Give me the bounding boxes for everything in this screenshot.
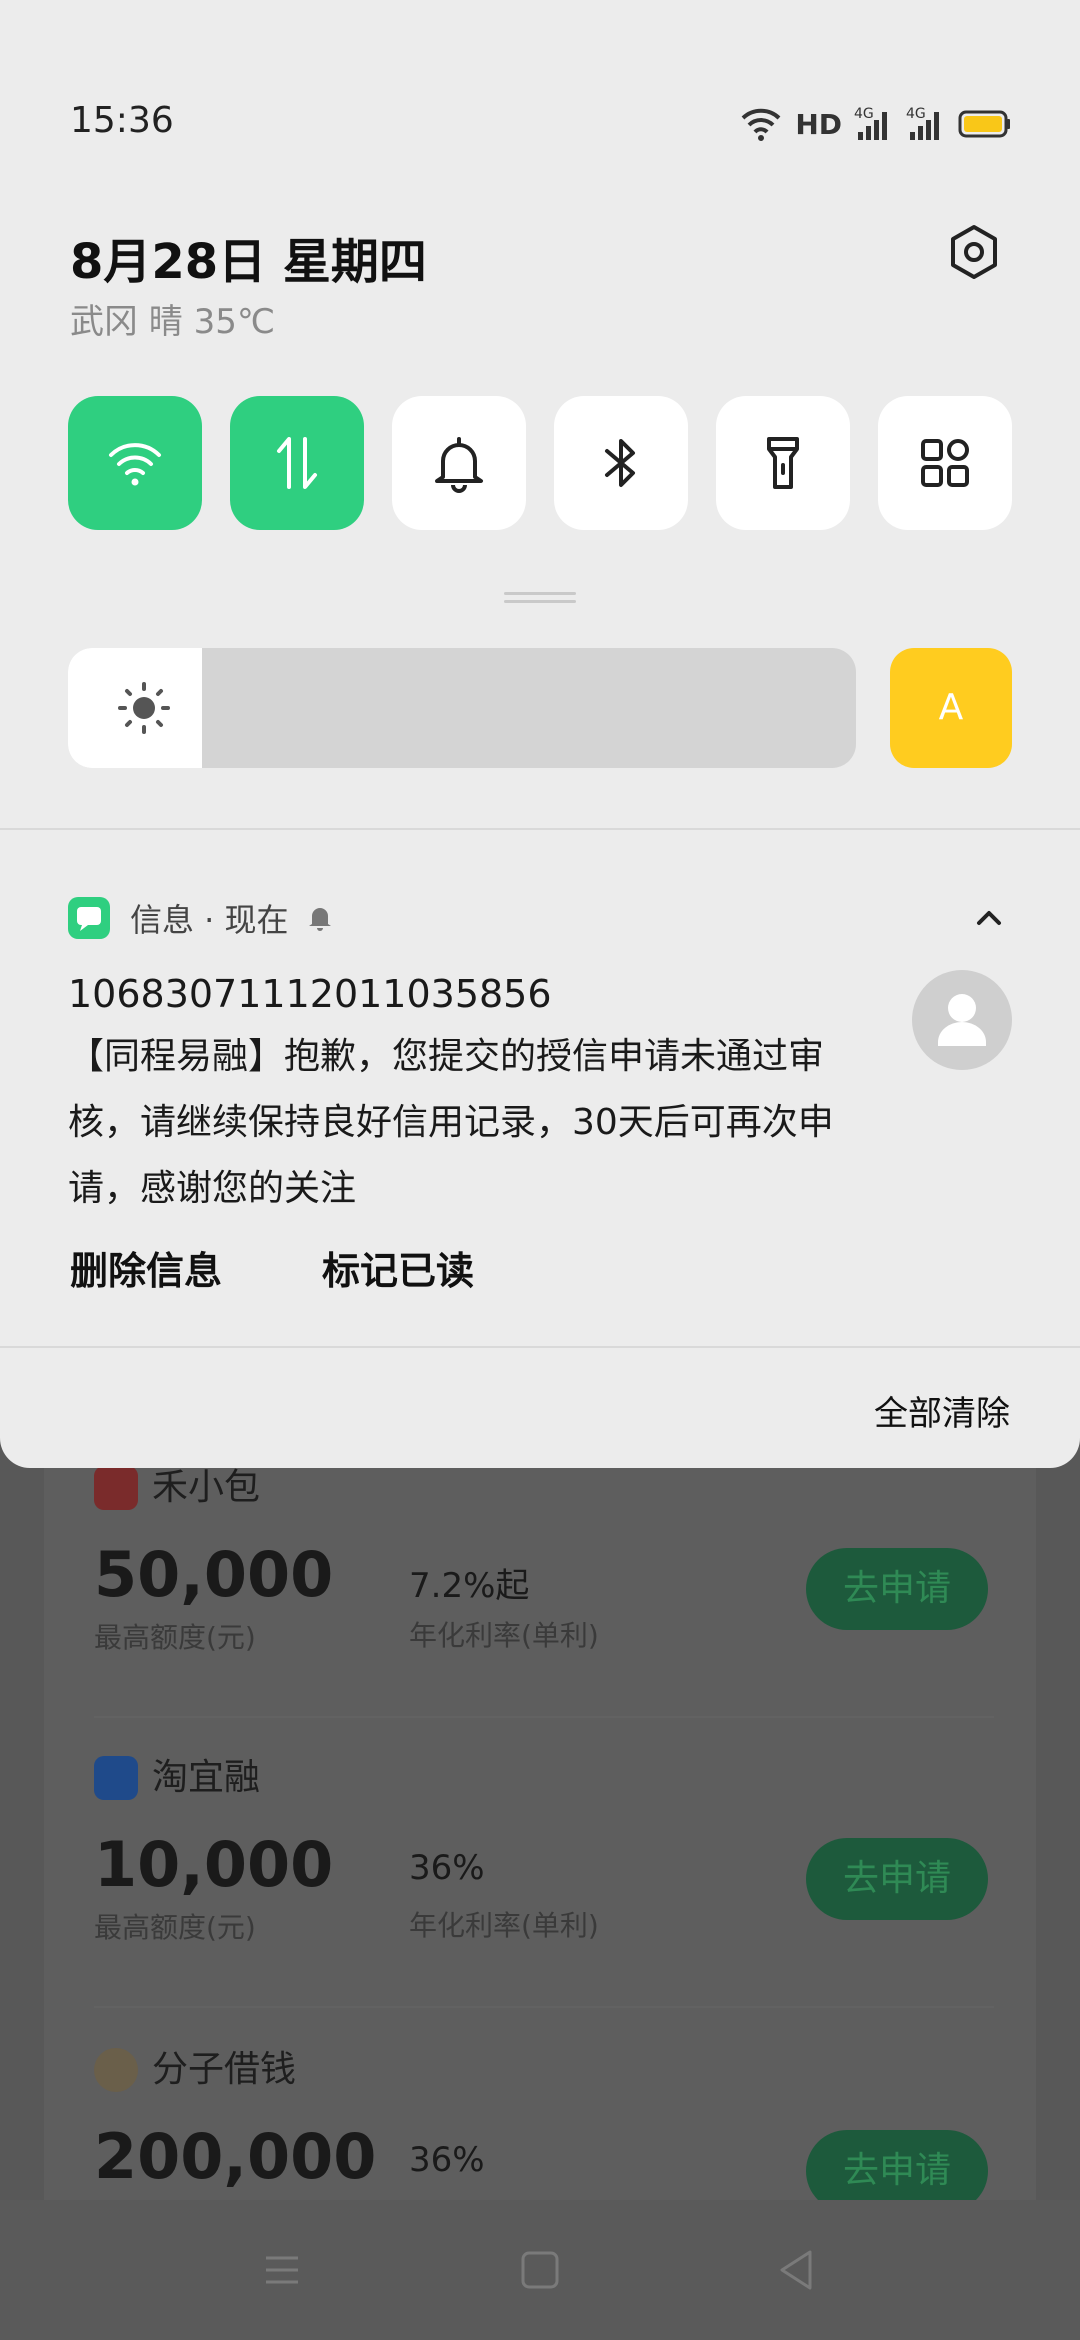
status-icons: HD 4G 4G bbox=[739, 104, 1012, 144]
drag-handle[interactable] bbox=[504, 592, 576, 604]
notification-shade: 15:36 HD 4G 4G 8月28日 星期四 武冈 晴 35℃ A 信息 ·… bbox=[0, 0, 1080, 1468]
background-app: 禾小包 50,000 最高额度(元) 7.2%起 年化利率(单利) 去申请 淘宜… bbox=[0, 1400, 1080, 2340]
weather-label: 武冈 晴 35℃ bbox=[70, 302, 276, 342]
contact-avatar bbox=[912, 970, 1012, 1070]
bell-icon bbox=[435, 437, 483, 493]
tile-mobile-data[interactable] bbox=[230, 396, 364, 530]
home-icon[interactable] bbox=[510, 2240, 570, 2300]
loan-amount: 200,000 bbox=[94, 2120, 377, 2193]
loan-amount: 50,000 bbox=[94, 1538, 334, 1611]
hd-label: HD bbox=[795, 107, 842, 141]
wifi-status-icon bbox=[741, 108, 781, 141]
date-label: 8月28日 星期四 bbox=[70, 234, 427, 290]
clock: 15:36 bbox=[70, 100, 174, 141]
signal-4g-1-icon: 4G bbox=[854, 106, 894, 142]
loan-item: 禾小包 50,000 最高额度(元) 7.2%起 年化利率(单利) 去申请 bbox=[94, 1466, 994, 1756]
tile-wifi[interactable] bbox=[68, 396, 202, 530]
loan-rate-label: 年化利率(单利) bbox=[409, 1619, 599, 1652]
message-sender: 10683071112011035856 bbox=[68, 972, 552, 1016]
settings-gear-icon[interactable] bbox=[944, 222, 1004, 282]
message-body: 【同程易融】抱歉，您提交的授信申请未通过审核，请继续保持良好信用记录，30天后可… bbox=[68, 1036, 834, 1209]
wifi-icon bbox=[109, 443, 161, 486]
tile-bluetooth[interactable] bbox=[554, 396, 688, 530]
menu-icon[interactable] bbox=[252, 2240, 312, 2300]
notification-header: 信息 · 现在 bbox=[68, 896, 333, 940]
tile-more[interactable] bbox=[878, 396, 1012, 530]
brightness-slider[interactable] bbox=[68, 648, 856, 768]
loan-name: 禾小包 bbox=[152, 1467, 261, 1508]
sun-icon bbox=[118, 682, 170, 734]
grid-icon bbox=[921, 439, 969, 487]
divider bbox=[0, 1346, 1080, 1348]
loan-amount: 10,000 bbox=[94, 1828, 334, 1901]
bell-muted-icon bbox=[308, 908, 331, 931]
messages-app-icon bbox=[68, 897, 110, 939]
clear-all-button[interactable]: 全部清除 bbox=[874, 1386, 1010, 1435]
signal-4g-2-icon: 4G bbox=[906, 106, 946, 142]
divider bbox=[94, 1716, 994, 1718]
taoyirong-logo-icon bbox=[94, 1756, 138, 1800]
chevron-up-icon[interactable] bbox=[974, 906, 1004, 930]
back-icon[interactable] bbox=[766, 2240, 826, 2300]
flashlight-icon bbox=[767, 437, 799, 489]
hexiaobao-logo-icon bbox=[94, 1466, 138, 1510]
loan-rate: 36% bbox=[409, 2140, 485, 2180]
loan-rate: 7.2%起 bbox=[409, 1566, 530, 1606]
data-arrows-icon bbox=[277, 437, 317, 489]
tile-sound[interactable] bbox=[392, 396, 526, 530]
loan-name: 分子借钱 bbox=[152, 2049, 297, 2090]
loan-name: 淘宜融 bbox=[152, 1757, 261, 1798]
mark-read-button[interactable]: 标记已读 bbox=[322, 1240, 474, 1295]
divider bbox=[94, 2006, 994, 2008]
quick-settings-tiles bbox=[68, 396, 1012, 530]
notification-app-name: 信息 · 现在 bbox=[130, 901, 289, 939]
navigation-bar bbox=[0, 2200, 1080, 2340]
tile-flashlight[interactable] bbox=[716, 396, 850, 530]
loan-rate: 36% bbox=[409, 1848, 485, 1888]
battery-icon bbox=[958, 110, 1010, 138]
loan-rate-label: 年化利率(单利) bbox=[409, 1909, 599, 1942]
bluetooth-icon bbox=[605, 439, 635, 487]
apply-button[interactable]: 去申请 bbox=[806, 1838, 988, 1920]
loan-amount-label: 最高额度(元) bbox=[94, 1621, 256, 1654]
delete-message-button[interactable]: 删除信息 bbox=[70, 1240, 222, 1295]
loan-item: 淘宜融 10,000 最高额度(元) 36% 年化利率(单利) 去申请 bbox=[94, 1756, 994, 2046]
person-icon bbox=[938, 994, 986, 1046]
auto-brightness-button[interactable]: A bbox=[890, 648, 1012, 768]
fenzi-logo-icon bbox=[94, 2048, 138, 2092]
apply-button[interactable]: 去申请 bbox=[806, 1548, 988, 1630]
loan-amount-label: 最高额度(元) bbox=[94, 1911, 256, 1944]
status-bar: 15:36 HD 4G 4G bbox=[0, 100, 1080, 150]
divider bbox=[0, 828, 1080, 830]
